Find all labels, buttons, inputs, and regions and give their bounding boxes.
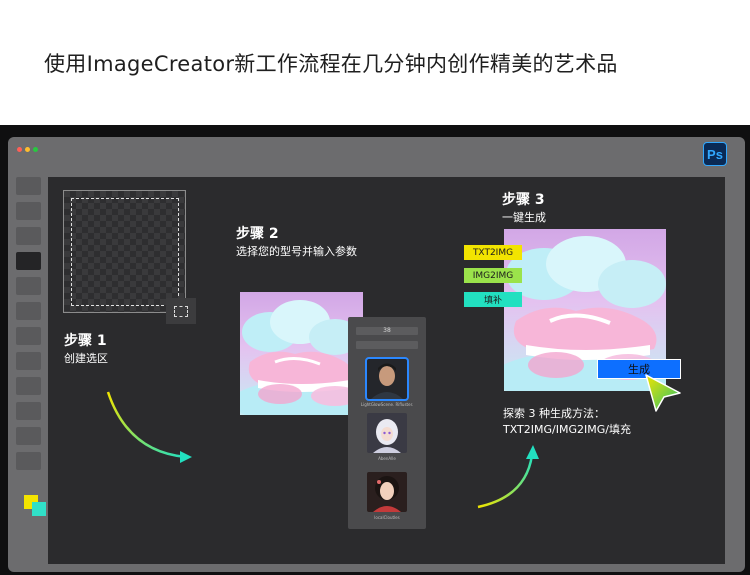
tool-button[interactable]: [16, 327, 41, 345]
title-bar: Ps: [8, 137, 745, 169]
minimize-dot[interactable]: [25, 147, 30, 152]
maximize-dot[interactable]: [33, 147, 38, 152]
tool-button[interactable]: [16, 177, 41, 195]
page-headline: 使用ImageCreator新工作流程在几分钟内创作精美的艺术品: [0, 0, 750, 125]
tool-button-active[interactable]: [16, 252, 41, 270]
document-canvas: 步骤 1 创建选区 步骤 2 选择您的型号并输入参数 38 LightGlowS…: [48, 177, 725, 564]
tool-button[interactable]: [16, 352, 41, 370]
decorations-layer: [106, 374, 681, 509]
tool-strip: [16, 177, 46, 567]
close-dot[interactable]: [17, 147, 22, 152]
tool-button[interactable]: [16, 277, 41, 295]
flow-arrow-2-head-icon: [526, 445, 539, 459]
photoshop-logo-icon: Ps: [703, 142, 727, 166]
tool-button[interactable]: [16, 202, 41, 220]
tool-button[interactable]: [16, 402, 41, 420]
tool-button[interactable]: [16, 377, 41, 395]
tool-button[interactable]: [16, 452, 41, 470]
flow-arrow-1-head-icon: [180, 451, 192, 463]
background-color-swatch[interactable]: [32, 502, 46, 516]
cursor-arrow-icon: [645, 374, 681, 412]
tool-button[interactable]: [16, 302, 41, 320]
tool-button[interactable]: [16, 427, 41, 445]
flow-arrow-2: [477, 454, 534, 509]
headline-text: 使用ImageCreator新工作流程在几分钟内创作精美的艺术品: [44, 51, 618, 76]
flow-arrow-1: [106, 391, 187, 459]
photoshop-window: Ps 步骤 1 创建选区 步骤 2 选择您的型号并输入参数 38 LightGl…: [8, 137, 745, 572]
tool-button[interactable]: [16, 227, 41, 245]
